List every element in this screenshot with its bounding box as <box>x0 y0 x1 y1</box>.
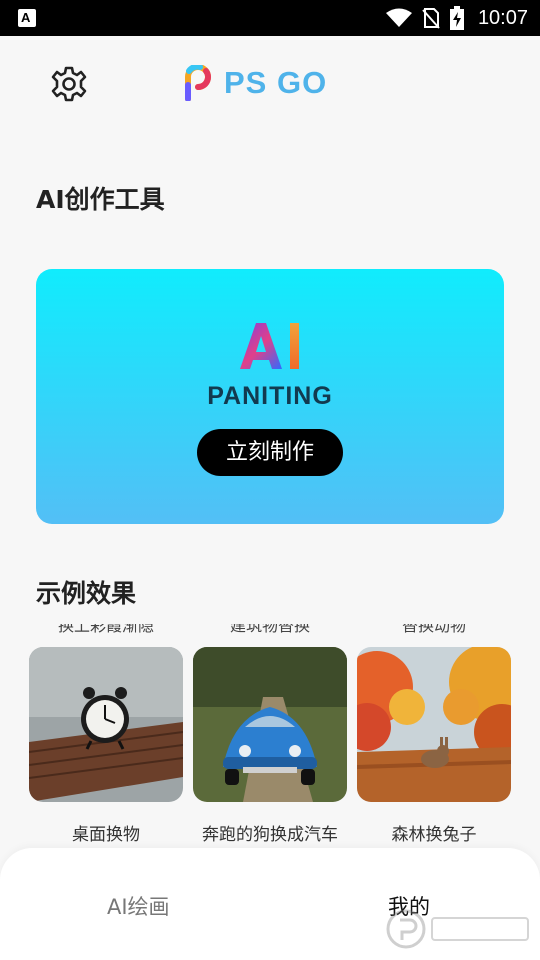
bottom-nav: AI绘画 我的 <box>0 848 540 960</box>
blue-car-image <box>193 647 347 802</box>
battery-charging-icon <box>449 6 464 30</box>
example-caption: 桌面换物 <box>72 825 140 845</box>
create-now-button[interactable]: 立刻制作 <box>197 429 343 476</box>
nav-ai-painting[interactable]: AI绘画 <box>107 891 170 921</box>
example-caption: 森林换兔子 <box>391 825 477 845</box>
forest-rabbit-image <box>357 647 511 802</box>
scrolled-labels: 换上彩霞渐隐 建筑物替换 替换动物 <box>0 624 540 634</box>
example-caption: 奔跑的狗换成汽车 <box>202 825 338 845</box>
brand-name: PS GO <box>224 65 328 100</box>
example-card-rabbit[interactable] <box>357 647 511 802</box>
cut-label: 换上彩霞渐隐 <box>57 624 154 634</box>
brand: PS GO <box>184 62 327 104</box>
clock: 10:07 <box>477 6 528 29</box>
cut-label: 替换动物 <box>401 624 466 634</box>
hero-subtitle: PANITING <box>207 382 333 410</box>
ai-logo-icon <box>240 323 299 369</box>
tools-section-title: AI创作工具 <box>36 185 165 214</box>
example-card-desk[interactable] <box>29 647 183 802</box>
cut-label: 建筑物替换 <box>229 624 310 634</box>
example-card-car[interactable] <box>193 647 347 802</box>
wifi-icon <box>385 8 412 27</box>
settings-gear-icon[interactable] <box>51 66 87 102</box>
status-bar: A 10:07 <box>0 0 540 36</box>
no-sim-icon <box>422 8 440 29</box>
watermark-logo-icon <box>386 909 529 949</box>
examples-section-title: 示例效果 <box>36 579 137 608</box>
brand-logo-icon <box>185 65 211 101</box>
app-notification-icon: A <box>18 9 36 27</box>
ai-logo <box>36 321 504 375</box>
ai-painting-card[interactable]: PANITING 立刻制作 <box>36 269 504 524</box>
desk-clock-image <box>29 647 183 802</box>
